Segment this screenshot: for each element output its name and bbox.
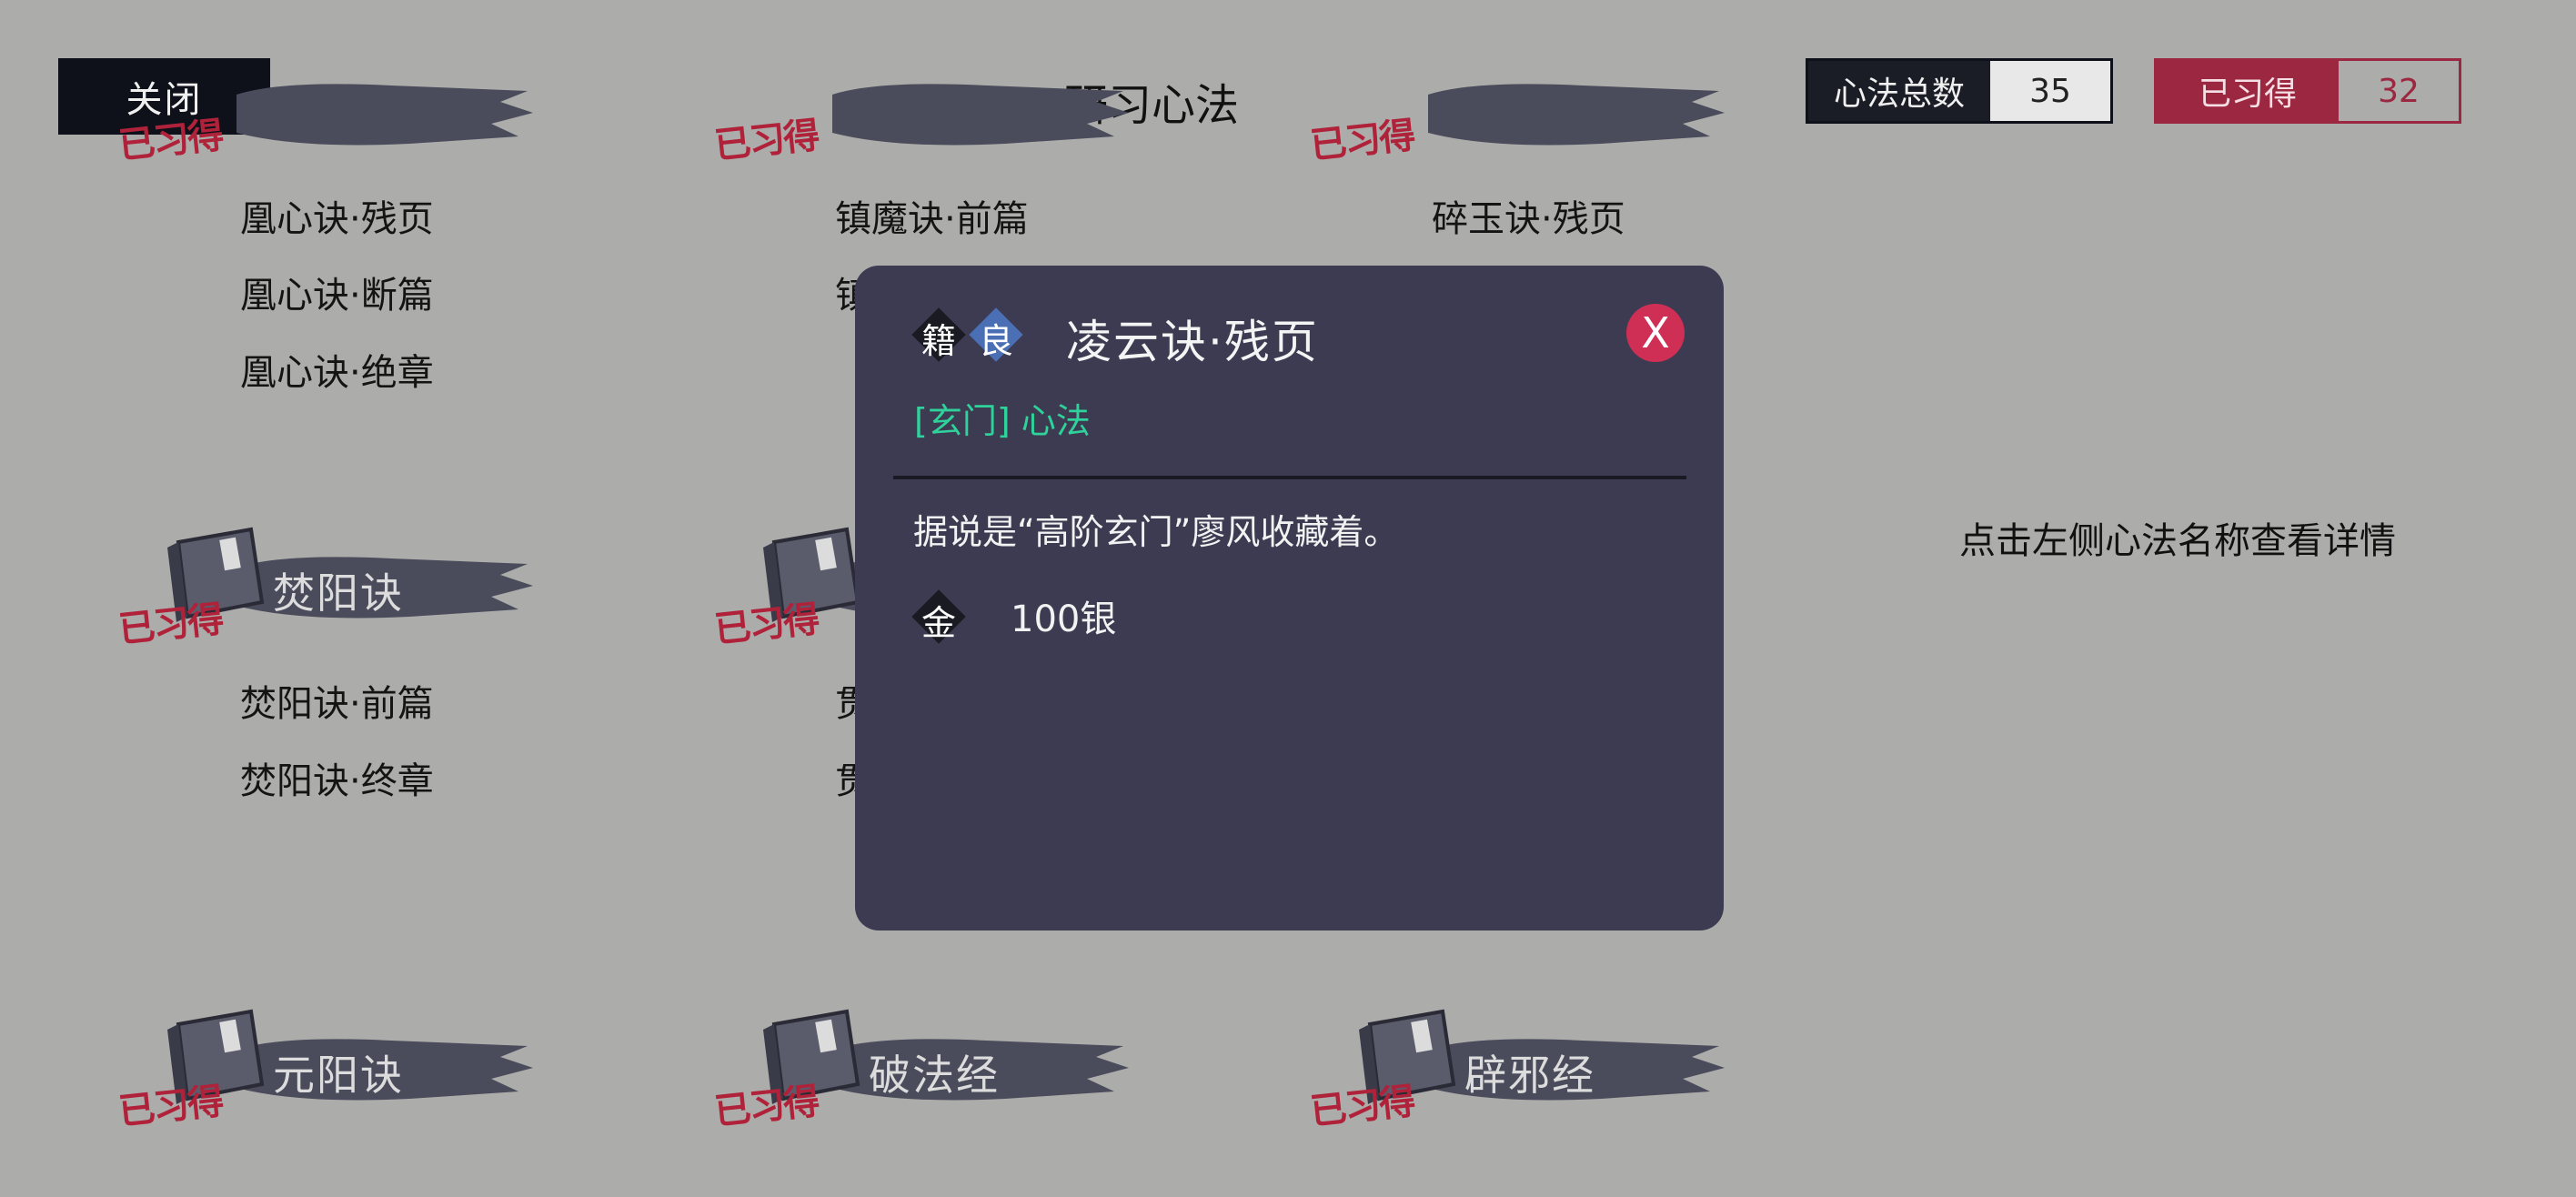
- category-name: 焚阳诀: [273, 568, 404, 618]
- category-banner[interactable]: 破法经 已习得: [712, 1008, 1151, 1133]
- category-banner[interactable]: 元阳诀 已习得: [116, 1008, 555, 1133]
- learned-stamp: 已习得: [1308, 115, 1416, 167]
- learned-count-label: 已习得: [2157, 61, 2339, 121]
- section-item[interactable]: 碎玉诀·残页: [1432, 189, 1625, 242]
- learned-stamp: 已习得: [116, 598, 225, 651]
- hint-text: 点击左侧心法名称查看详情: [1959, 520, 2396, 562]
- detail-description: 据说是“高阶玄门”廖风收藏着。: [913, 512, 1399, 552]
- category-name: 元阳诀: [273, 1051, 404, 1100]
- learned-stamp: 已习得: [712, 1081, 820, 1133]
- scene: 关闭 研习心法 心法总数 35 已习得 32 已习得 已习得 已习得 凰心诀·残…: [0, 0, 2576, 1197]
- total-count-box: 心法总数 35: [1806, 58, 2113, 124]
- category-banner[interactable]: 已习得: [1308, 53, 1746, 171]
- learned-count-value: 32: [2339, 61, 2459, 121]
- section-item[interactable]: 焚阳诀·前篇: [240, 674, 434, 727]
- section-item[interactable]: 焚阳诀·终章: [240, 751, 434, 804]
- detail-modal: 籍 良 凌云诀·残页 X [玄门] 心法 据说是“高阶玄门”廖风收藏着。 金 1…: [855, 266, 1724, 930]
- learned-stamp: 已习得: [116, 1081, 225, 1133]
- section-item[interactable]: 凰心诀·残页: [240, 189, 434, 242]
- detail-price: 100银: [1011, 598, 1117, 640]
- category-banner[interactable]: 焚阳诀 已习得: [116, 526, 555, 651]
- learned-stamp: 已习得: [712, 115, 820, 167]
- grade-badge-label: 良: [978, 321, 1013, 361]
- brush-stroke-icon: [236, 84, 533, 146]
- divider: [893, 476, 1686, 479]
- brush-stroke-icon: [1428, 84, 1725, 146]
- total-count-label: 心法总数: [1808, 61, 1990, 121]
- category-banner[interactable]: 辟邪经 已习得: [1308, 1008, 1746, 1133]
- category-banner[interactable]: 已习得: [116, 53, 555, 171]
- category-banner[interactable]: 已习得: [712, 53, 1151, 171]
- gold-icon-label: 金: [921, 603, 956, 643]
- learned-stamp: 已习得: [116, 115, 225, 167]
- category-name: 破法经: [869, 1051, 1000, 1100]
- learned-count-box: 已习得 32: [2154, 58, 2461, 124]
- total-count-value: 35: [1990, 61, 2110, 121]
- detail-type: [玄门] 心法: [914, 401, 1091, 441]
- kind-badge-label: 籍: [921, 321, 956, 361]
- learned-stamp: 已习得: [1308, 1081, 1416, 1133]
- section-item[interactable]: 镇魔诀·前篇: [835, 189, 1029, 242]
- detail-close-button[interactable]: X: [1626, 304, 1685, 362]
- section-item[interactable]: 凰心诀·断篇: [240, 266, 434, 318]
- learned-stamp: 已习得: [712, 598, 820, 651]
- category-name: 辟邪经: [1464, 1051, 1595, 1100]
- brush-stroke-icon: [832, 84, 1129, 146]
- section-item[interactable]: 凰心诀·绝章: [240, 343, 434, 396]
- detail-title: 凌云诀·残页: [1066, 316, 1319, 368]
